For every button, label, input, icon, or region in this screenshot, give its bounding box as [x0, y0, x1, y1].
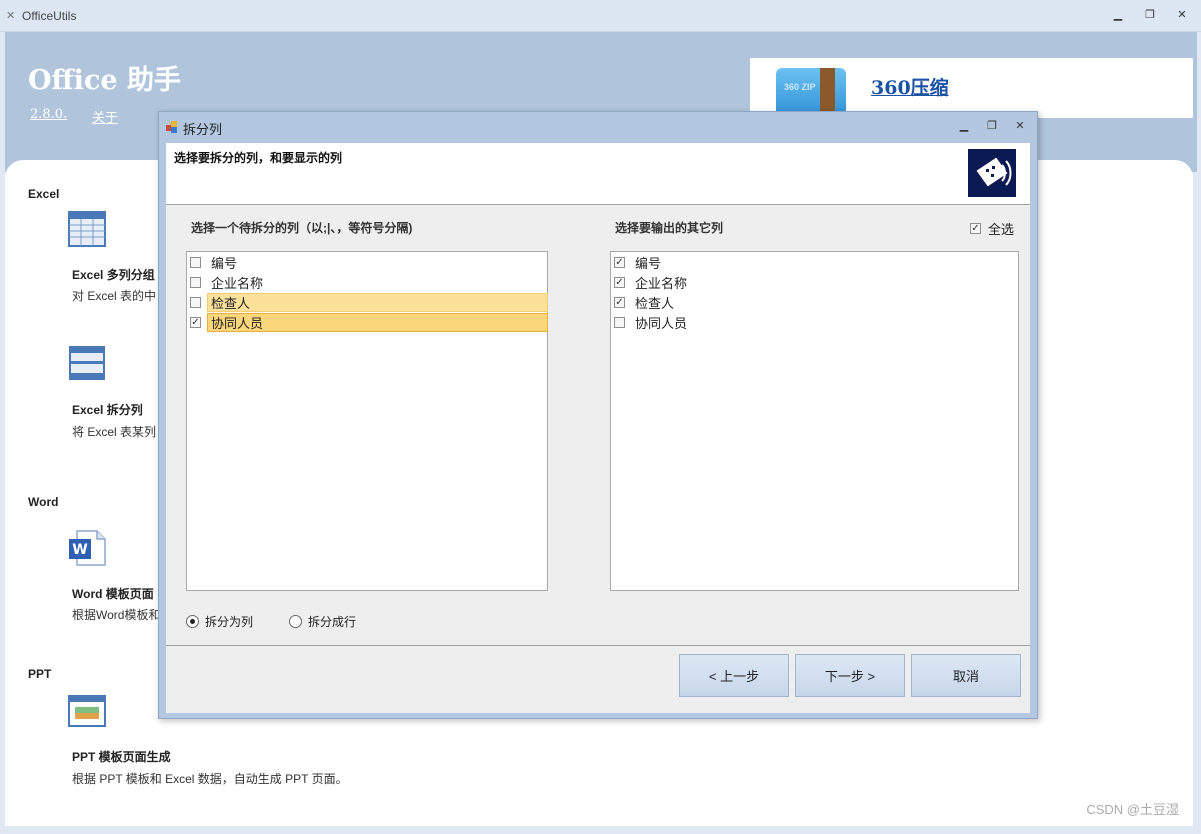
radio-label: 拆分成行	[308, 615, 357, 629]
wizard-icon	[968, 149, 1016, 197]
select-all-check-icon: ✓	[970, 223, 981, 234]
list-item[interactable]: ✓ 企业名称	[614, 273, 690, 291]
prev-button[interactable]: < 上一步	[679, 654, 789, 697]
split-column-dialog: 拆分列 ▁ ❐ ✕ 选择要拆分的列，和要显示的列 选择一个待拆分的列（以;|、，…	[158, 111, 1038, 719]
list-item-label: 检查人	[207, 293, 548, 312]
select-all-label: 全选	[988, 222, 1015, 237]
restore-icon[interactable]: ❐	[1141, 7, 1159, 23]
list-item-label: 企业名称	[635, 275, 688, 291]
feature-desc-excel-split: 将 Excel 表某列	[72, 425, 157, 439]
close-icon[interactable]: ✕	[1173, 7, 1191, 23]
checkbox[interactable]: ✓	[614, 276, 625, 288]
dialog-header: 选择要拆分的列，和要显示的列	[166, 143, 1030, 205]
app-title: Office 助手	[28, 65, 181, 96]
svg-text:W: W	[72, 542, 87, 558]
section-heading-ppt: PPT	[28, 667, 52, 681]
checkbox[interactable]: ✓	[614, 256, 625, 268]
list-item-label: 检查人	[635, 295, 675, 311]
output-column-list[interactable]: ✓ 编号 ✓ 企业名称 ✓ 检查人 协同人员	[610, 251, 1019, 591]
presentation-icon[interactable]	[67, 693, 107, 731]
window-controls: ▁ ❐ ✕	[1109, 7, 1191, 23]
footer-divider	[166, 645, 1030, 646]
minimize-icon[interactable]: ▁	[955, 118, 973, 134]
list-item-label: 编号	[635, 255, 662, 271]
radio-button[interactable]	[186, 615, 199, 628]
dialog-titlebar[interactable]: 拆分列 ▁ ❐ ✕	[159, 112, 1037, 142]
list-item-label: 协同人员	[207, 313, 548, 332]
list-item[interactable]: 检查人	[190, 293, 548, 312]
radio-button[interactable]	[289, 615, 302, 628]
checkbox[interactable]	[190, 296, 201, 308]
list-item[interactable]: ✓ 协同人员	[190, 313, 548, 332]
split-column-list[interactable]: 编号 企业名称 检查人 ✓ 协同人员	[186, 251, 548, 591]
checkbox[interactable]: ✓	[614, 296, 625, 308]
restore-icon[interactable]: ❐	[983, 118, 1001, 134]
dialog-body: 选择要拆分的列，和要显示的列 选择一个待拆分的列（以;|、，等符号分隔) 选择要…	[166, 143, 1030, 713]
feature-desc-word-template: 根据Word模板和	[72, 608, 161, 622]
about-link[interactable]: 关于	[92, 107, 118, 126]
dialog-title: 拆分列	[183, 122, 223, 137]
list-item[interactable]: 编号	[190, 253, 240, 271]
list-item[interactable]: 企业名称	[190, 273, 266, 291]
next-button[interactable]: 下一步 >	[795, 654, 905, 697]
feature-title-excel-group[interactable]: Excel 多列分组	[72, 266, 155, 283]
ad-link[interactable]: 360压缩	[871, 73, 949, 100]
dialog-instruction: 选择要拆分的列，和要显示的列	[174, 151, 343, 165]
feature-title-ppt-template[interactable]: PPT 模板页面生成	[72, 748, 171, 765]
output-columns-label: 选择要输出的其它列	[615, 221, 724, 235]
checkbox[interactable]: ✓	[190, 316, 201, 328]
feature-desc-excel-group: 对 Excel 表的中	[72, 289, 157, 303]
radio-label: 拆分为列	[205, 615, 254, 629]
ad-panel: 360 ZIP 360压缩	[750, 58, 1193, 118]
list-item[interactable]: ✓ 编号	[614, 253, 664, 271]
section-heading-word: Word	[28, 495, 59, 509]
split-to-columns-radio[interactable]: 拆分为列	[186, 613, 253, 630]
dialog-controls: ▁ ❐ ✕	[955, 118, 1029, 134]
app-icon: ✕	[6, 10, 16, 22]
list-item[interactable]: ✓ 检查人	[614, 293, 677, 311]
cancel-button[interactable]: 取消	[911, 654, 1021, 697]
list-item-label: 协同人员	[635, 315, 688, 331]
checkbox[interactable]	[190, 276, 201, 288]
feature-title-excel-split[interactable]: Excel 拆分列	[72, 401, 143, 418]
minimize-icon[interactable]: ▁	[1109, 7, 1127, 23]
spreadsheet-icon[interactable]	[67, 210, 107, 248]
version-link[interactable]: 2.8.0.	[30, 107, 67, 122]
zip-logo-text: 360 ZIP	[784, 82, 816, 92]
window-titlebar: ✕ OfficeUtils ▁ ❐ ✕	[0, 0, 1201, 32]
select-all-checkbox[interactable]: ✓ 全选	[970, 219, 1014, 238]
dialog-app-icon	[166, 121, 178, 133]
list-item[interactable]: 协同人员	[614, 313, 690, 331]
list-item-label: 编号	[211, 255, 238, 271]
checkbox[interactable]	[190, 256, 201, 268]
list-item-label: 企业名称	[211, 275, 264, 291]
split-to-rows-radio[interactable]: 拆分成行	[289, 613, 356, 630]
split-columns-icon[interactable]	[67, 344, 107, 382]
close-icon[interactable]: ✕	[1011, 118, 1029, 134]
section-heading-excel: Excel	[28, 187, 60, 201]
checkbox[interactable]	[614, 316, 625, 328]
window-title: OfficeUtils	[22, 9, 77, 23]
watermark: CSDN @土豆湿	[1086, 802, 1179, 817]
word-document-icon[interactable]: W	[67, 529, 107, 567]
feature-desc-ppt-template: 根据 PPT 模板和 Excel 数据，自动生成 PPT 页面。	[72, 772, 348, 786]
split-column-label: 选择一个待拆分的列（以;|、，等符号分隔)	[191, 221, 413, 235]
feature-title-word-template[interactable]: Word 模板页面	[72, 585, 154, 602]
